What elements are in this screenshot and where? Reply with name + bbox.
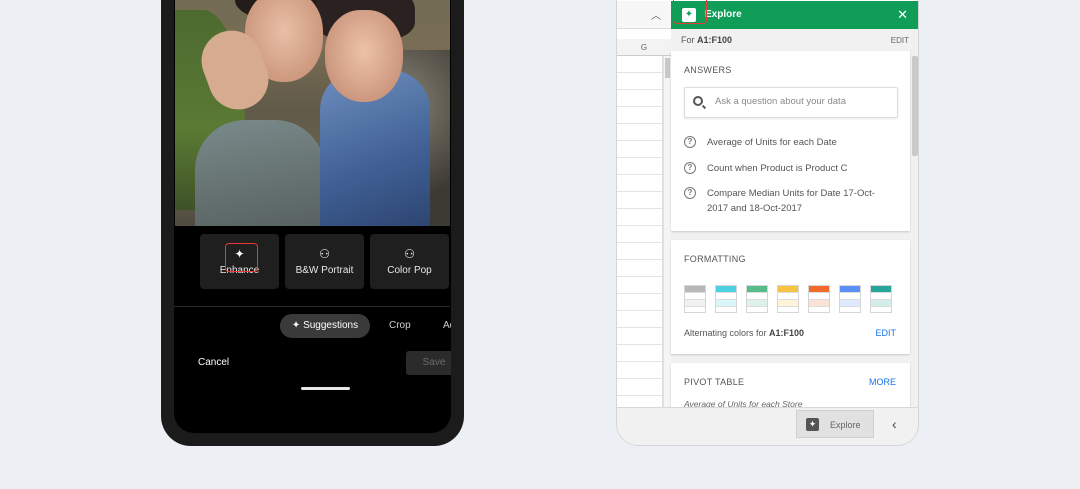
explore-header: ✦ Explore ✕: [671, 1, 918, 29]
sheets-window: ︿ G ◂ ▸ ✦ Explore ✕ For A1:F100 EDIT ANS…: [616, 0, 919, 446]
bw-portrait-card[interactable]: ⚇ B&W Portrait: [285, 234, 364, 289]
range-bar: For A1:F100 EDIT: [671, 29, 918, 50]
answers-heading: ANSWERS: [684, 65, 732, 75]
answers-section: ANSWERS ? Average of Units for each Date…: [671, 51, 910, 231]
help-icon: ?: [684, 187, 696, 199]
color-swatch[interactable]: [777, 285, 799, 313]
bottom-bar: ✦ Explore ‹: [617, 407, 918, 445]
explore-button-label: Explore: [830, 420, 861, 430]
explore-button[interactable]: ✦ Explore: [796, 410, 874, 438]
color-swatch[interactable]: [808, 285, 830, 313]
home-indicator: [301, 387, 350, 390]
explore-icon: ✦: [806, 418, 819, 431]
formatting-edit-button[interactable]: EDIT: [875, 328, 896, 338]
grid-rows[interactable]: [617, 56, 663, 407]
edit-tabs: ✦ Suggestions Crop Adju: [174, 314, 451, 338]
enhance-highlight: [225, 243, 258, 272]
question-input[interactable]: [715, 96, 891, 107]
help-icon: ?: [684, 162, 696, 174]
color-pop-card[interactable]: ⚇ Color Pop: [370, 234, 449, 289]
pivot-section: PIVOT TABLE MORE Average of Units for ea…: [671, 363, 910, 409]
column-header-g[interactable]: G: [617, 39, 671, 56]
color-swatch[interactable]: [839, 285, 861, 313]
color-swatch[interactable]: [684, 285, 706, 313]
range-prefix: For: [681, 35, 698, 45]
explore-title: Explore: [705, 9, 742, 20]
phone-screen: ✦ Enhance ⚇ B&W Portrait ⚇ Color Pop ✦ S…: [174, 0, 451, 433]
tab-crop[interactable]: Crop: [389, 314, 411, 338]
search-icon: [693, 96, 703, 106]
question-item[interactable]: ? Count when Product is Product C: [684, 161, 894, 176]
spreadsheet-grid: ︿ G ◂ ▸: [617, 1, 671, 417]
panel-scrollbar[interactable]: [911, 51, 918, 407]
range-edit-button[interactable]: EDIT: [891, 36, 909, 45]
question-search[interactable]: [684, 87, 898, 118]
chevron-up-icon[interactable]: ︿: [651, 7, 661, 22]
chevron-left-icon[interactable]: ‹: [892, 416, 897, 432]
color-swatch[interactable]: [870, 285, 892, 313]
explore-icon-highlight: [673, 0, 707, 24]
question-item[interactable]: ? Compare Median Units for Date 17-Oct-2…: [684, 186, 894, 216]
phone-frame: ✦ Enhance ⚇ B&W Portrait ⚇ Color Pop ✦ S…: [161, 0, 464, 446]
save-button[interactable]: Save: [406, 351, 451, 375]
divider: [174, 306, 450, 307]
help-icon: ?: [684, 136, 696, 148]
explore-panel: ✦ Explore ✕ For A1:F100 EDIT ANSWERS ? A…: [671, 0, 918, 409]
alternating-prefix: Alternating colors for: [684, 328, 770, 338]
more-button[interactable]: MORE: [869, 377, 896, 387]
bw-portrait-label: B&W Portrait: [295, 265, 354, 276]
person-icon: ⚇: [404, 247, 415, 261]
close-icon[interactable]: ✕: [897, 7, 908, 23]
cancel-button[interactable]: Cancel: [198, 357, 229, 368]
color-swatch[interactable]: [746, 285, 768, 313]
alternating-range: A1:F100: [769, 328, 805, 338]
toolbar-strip: ︿: [617, 1, 671, 29]
sparkle-icon: ✦: [291, 320, 304, 331]
color-swatch[interactable]: [715, 285, 737, 313]
formatting-heading: FORMATTING: [684, 254, 746, 264]
question-item[interactable]: ? Average of Units for each Date: [684, 135, 894, 150]
pivot-heading: PIVOT TABLE: [684, 377, 745, 387]
tab-suggestions[interactable]: ✦ Suggestions: [280, 314, 370, 338]
tab-adjust[interactable]: Adju: [443, 314, 451, 338]
portrait-photo: [175, 0, 450, 226]
formatting-section: FORMATTING Alternating colors for A1:F10…: [671, 240, 910, 354]
grid-scrollbar[interactable]: [663, 56, 671, 407]
person-icon: ⚇: [319, 247, 330, 261]
range-value: A1:F100: [697, 35, 733, 45]
color-pop-label: Color Pop: [387, 265, 432, 276]
